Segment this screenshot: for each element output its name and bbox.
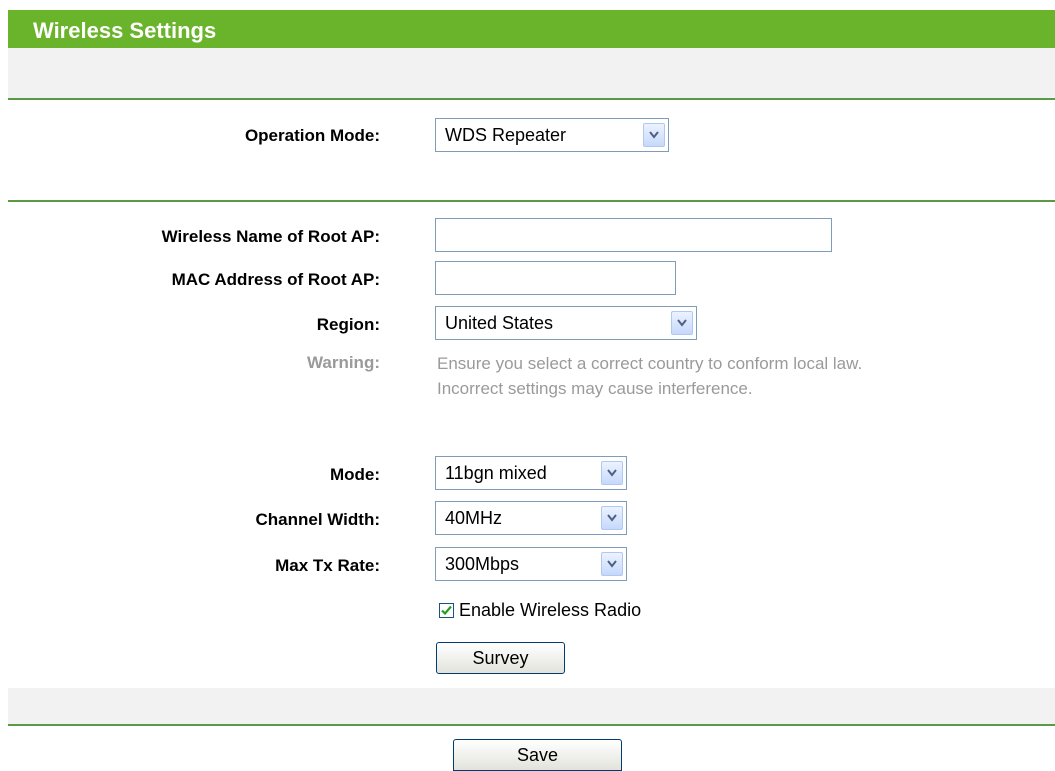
- chevron-down-icon[interactable]: [643, 123, 665, 147]
- divider-middle: [8, 200, 1055, 202]
- warning-line-1: Ensure you select a correct country to c…: [437, 354, 863, 373]
- checkmark-icon: [441, 605, 452, 616]
- header-spacer-band: [8, 48, 1055, 98]
- divider-top: [8, 98, 1055, 100]
- chevron-down-icon[interactable]: [671, 311, 693, 335]
- root-ap-mac-label: MAC Address of Root AP:: [171, 270, 380, 289]
- page-header: Wireless Settings: [8, 10, 1055, 48]
- chevron-down-icon[interactable]: [601, 552, 623, 576]
- warning-line-2: Incorrect settings may cause interferenc…: [437, 379, 753, 398]
- page-title: Wireless Settings: [33, 18, 217, 43]
- divider-bottom: [8, 724, 1055, 726]
- save-button[interactable]: Save: [453, 739, 622, 771]
- operation-mode-select[interactable]: WDS Repeater: [435, 118, 669, 152]
- region-select[interactable]: United States: [435, 306, 697, 340]
- max-tx-rate-select[interactable]: 300Mbps: [435, 547, 627, 581]
- warning-message: Ensure you select a correct country to c…: [437, 351, 862, 401]
- enable-radio-checkbox[interactable]: [439, 603, 454, 618]
- operation-mode-label: Operation Mode:: [244, 126, 380, 145]
- warning-label: Warning:: [306, 353, 380, 372]
- mode-label: Mode:: [329, 465, 380, 484]
- region-value: United States: [445, 313, 554, 333]
- mode-value: 11bgn mixed: [445, 463, 547, 483]
- chevron-down-icon[interactable]: [601, 506, 623, 530]
- max-tx-rate-value: 300Mbps: [445, 554, 520, 574]
- channel-width-select[interactable]: 40MHz: [435, 501, 627, 535]
- chevron-down-icon[interactable]: [601, 461, 623, 485]
- channel-width-value: 40MHz: [445, 508, 503, 528]
- mode-select[interactable]: 11bgn mixed: [435, 456, 627, 490]
- root-ap-name-input[interactable]: [435, 218, 832, 252]
- root-ap-name-label: Wireless Name of Root AP:: [161, 227, 380, 246]
- channel-width-label: Channel Width:: [255, 510, 381, 529]
- root-ap-mac-input[interactable]: [435, 261, 676, 295]
- region-label: Region:: [316, 315, 380, 334]
- max-tx-rate-label: Max Tx Rate:: [275, 556, 380, 575]
- enable-radio-label[interactable]: Enable Wireless Radio: [459, 600, 641, 621]
- operation-mode-value: WDS Repeater: [445, 125, 567, 145]
- survey-button[interactable]: Survey: [436, 642, 565, 674]
- footer-spacer-band: [8, 688, 1055, 724]
